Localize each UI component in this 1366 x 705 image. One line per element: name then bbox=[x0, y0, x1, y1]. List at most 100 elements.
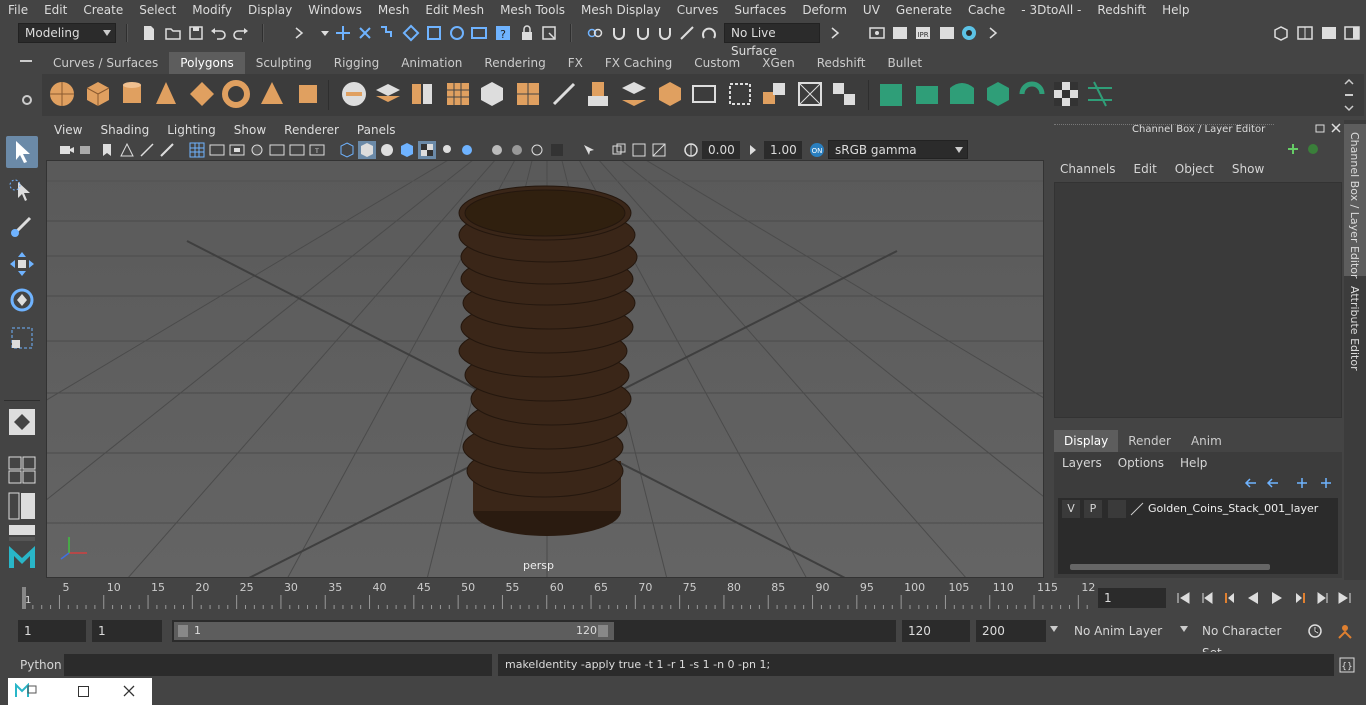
close-icon[interactable] bbox=[1330, 122, 1342, 134]
time-slider[interactable]: 5 10 15 20 25 30 35 40 45 50 55 60 65 70 75 80 85 90 95 100… bbox=[18, 581, 1095, 611]
exposure-icon[interactable] bbox=[682, 141, 700, 159]
default-material-icon[interactable] bbox=[378, 141, 396, 159]
menu-file[interactable]: File bbox=[0, 3, 36, 17]
bounding-box-icon[interactable] bbox=[688, 78, 720, 110]
shelf-tab-rendering[interactable]: Rendering bbox=[473, 52, 556, 74]
menu-create[interactable]: Create bbox=[75, 3, 131, 17]
channel-options-icon[interactable] bbox=[1286, 142, 1300, 156]
snap-together-icon[interactable] bbox=[586, 24, 604, 42]
xray-components-icon[interactable] bbox=[630, 141, 648, 159]
lasso-tool-icon[interactable] bbox=[6, 174, 38, 206]
select-tool-icon[interactable] bbox=[6, 136, 38, 168]
auto-key-icon[interactable] bbox=[1306, 622, 1324, 640]
shelf-tab-xgen[interactable]: XGen bbox=[751, 52, 806, 74]
wireframe-on-shaded-icon[interactable] bbox=[398, 141, 416, 159]
channel-menu-edit[interactable]: Edit bbox=[1134, 162, 1157, 176]
anti-aliasing-icon[interactable] bbox=[528, 141, 546, 159]
poly-sphere-icon[interactable] bbox=[46, 78, 78, 110]
menu-3dtoall[interactable]: - 3DtoAll - bbox=[1013, 3, 1089, 17]
menu-uv[interactable]: UV bbox=[855, 3, 888, 17]
new-layer-from-selection-icon[interactable] bbox=[1318, 476, 1334, 490]
render-frame-icon[interactable] bbox=[891, 24, 909, 42]
layer-horizontal-scrollbar[interactable] bbox=[1060, 562, 1336, 572]
save-scene-icon[interactable] bbox=[187, 24, 205, 42]
viewport-menu-show[interactable]: Show bbox=[226, 123, 276, 137]
step-back-key-icon[interactable] bbox=[1198, 589, 1216, 607]
safe-action-icon[interactable] bbox=[288, 141, 306, 159]
grease-pencil-icon[interactable] bbox=[158, 141, 176, 159]
remesh-icon[interactable] bbox=[512, 78, 544, 110]
menu-cache[interactable]: Cache bbox=[960, 3, 1013, 17]
shelf-tab-curves-surfaces[interactable]: Curves / Surfaces bbox=[42, 52, 169, 74]
menu-curves[interactable]: Curves bbox=[669, 3, 727, 17]
camera-select-icon[interactable] bbox=[58, 141, 76, 159]
playback-end-field[interactable]: 120 bbox=[902, 620, 970, 642]
viewport-menu-panels[interactable]: Panels bbox=[349, 123, 406, 137]
gamma-field[interactable]: 1.00 bbox=[764, 141, 802, 159]
snap-grid-icon[interactable] bbox=[402, 24, 420, 42]
chevron-down-icon[interactable] bbox=[1180, 626, 1188, 632]
range-end-grip[interactable] bbox=[598, 625, 608, 637]
paint-select-tool-icon[interactable] bbox=[6, 210, 38, 242]
poly-cube-icon[interactable] bbox=[82, 78, 114, 110]
menu-mesh-tools[interactable]: Mesh Tools bbox=[492, 3, 573, 17]
soft-select-icon[interactable] bbox=[700, 24, 718, 42]
new-layer-icon[interactable] bbox=[1294, 476, 1310, 490]
range-slider-handle[interactable]: 1 120 bbox=[174, 622, 614, 640]
selection-mask-dropdown-icon[interactable] bbox=[316, 24, 334, 42]
live-surface-field[interactable]: No Live Surface bbox=[724, 23, 820, 58]
step-back-frame-icon[interactable] bbox=[1220, 589, 1238, 607]
menu-generate[interactable]: Generate bbox=[888, 3, 960, 17]
expand-arrow-icon[interactable] bbox=[826, 24, 844, 42]
viewport-menu-lighting[interactable]: Lighting bbox=[159, 123, 226, 137]
render-view-icon[interactable] bbox=[868, 24, 886, 42]
layer-type-toggle[interactable] bbox=[1108, 500, 1126, 518]
panel-layout-icon[interactable] bbox=[1320, 24, 1338, 42]
gamma-icon[interactable] bbox=[744, 141, 762, 159]
close-icon[interactable] bbox=[122, 684, 136, 698]
snap-view-icon[interactable] bbox=[470, 24, 488, 42]
layer-tab-anim[interactable]: Anim bbox=[1181, 430, 1232, 452]
step-forward-frame-icon[interactable] bbox=[1292, 589, 1310, 607]
shelf-menu-icon[interactable] bbox=[20, 60, 32, 62]
uv-automatic-icon[interactable] bbox=[982, 78, 1014, 110]
menu-mesh-display[interactable]: Mesh Display bbox=[573, 3, 669, 17]
channel-menu-show[interactable]: Show bbox=[1232, 162, 1264, 176]
make-live-icon[interactable] bbox=[540, 24, 558, 42]
depth-of-field-icon[interactable] bbox=[548, 141, 566, 159]
xray-icon[interactable] bbox=[418, 141, 436, 159]
uv-checker-icon[interactable] bbox=[1050, 78, 1082, 110]
single-perspective-layout-icon[interactable] bbox=[6, 454, 38, 486]
playback-start-field[interactable]: 1 bbox=[92, 620, 162, 642]
channel-menu-object[interactable]: Object bbox=[1175, 162, 1214, 176]
layer-playback-toggle[interactable]: P bbox=[1084, 500, 1102, 518]
new-scene-icon[interactable] bbox=[140, 24, 158, 42]
layer-row[interactable]: V P Golden_Coins_Stack_001_layer bbox=[1060, 500, 1336, 518]
range-slider[interactable]: 1 120 bbox=[172, 620, 896, 642]
side-tab-attribute-editor[interactable]: Attribute Editor bbox=[1344, 282, 1366, 374]
lock-icon[interactable] bbox=[518, 24, 536, 42]
hypershade-icon[interactable] bbox=[960, 24, 978, 42]
scrollbar-thumb[interactable] bbox=[1070, 564, 1270, 570]
workspace-icon[interactable] bbox=[1272, 24, 1290, 42]
rotate-tool-icon[interactable] bbox=[6, 284, 38, 316]
layer-tab-display[interactable]: Display bbox=[1054, 430, 1119, 452]
gear-icon[interactable] bbox=[21, 94, 33, 106]
script-language-label[interactable]: Python bbox=[20, 656, 62, 674]
grid-icon[interactable] bbox=[188, 141, 206, 159]
image-plane-icon[interactable] bbox=[118, 141, 136, 159]
script-editor-icon[interactable]: {} bbox=[1338, 656, 1356, 674]
combine-icon[interactable] bbox=[338, 78, 370, 110]
menu-windows[interactable]: Windows bbox=[300, 3, 370, 17]
bevel-icon[interactable] bbox=[654, 78, 686, 110]
menu-mesh[interactable]: Mesh bbox=[370, 3, 418, 17]
shelf-tab-fx[interactable]: FX bbox=[557, 52, 594, 74]
uv-unfold-icon[interactable] bbox=[1016, 78, 1048, 110]
toggle-panel-icon[interactable] bbox=[1343, 24, 1361, 42]
exposure-field[interactable]: 0.00 bbox=[702, 141, 740, 159]
select-hierarchy-icon[interactable] bbox=[334, 24, 352, 42]
color-space-dropdown[interactable]: sRGB gamma bbox=[828, 140, 968, 159]
snap-surface-icon[interactable] bbox=[634, 24, 652, 42]
maya-window-icon[interactable] bbox=[14, 682, 38, 699]
mirror-icon[interactable] bbox=[406, 78, 438, 110]
